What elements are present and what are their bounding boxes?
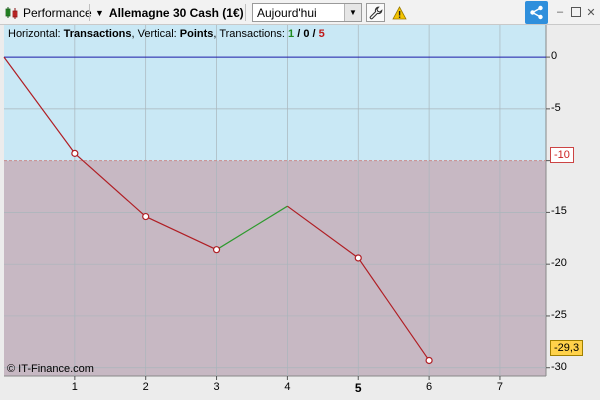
x-tick-label: 5	[354, 381, 362, 395]
wrench-icon	[369, 6, 382, 19]
profit-zone	[4, 25, 546, 161]
toolbar-divider	[245, 4, 246, 21]
y-tick-label: -15	[551, 205, 567, 218]
info-suffix: , Transactions:	[213, 28, 289, 40]
loss-zone	[4, 160, 546, 376]
minimize-icon: –	[556, 6, 564, 18]
performance-chart	[3, 25, 600, 400]
period-select-value: Aujourd'hui	[257, 6, 317, 20]
y-tick-label: -5	[551, 101, 561, 114]
warning-button[interactable]	[391, 5, 407, 20]
data-point	[354, 254, 362, 262]
copyright-text: © IT-Finance.com	[7, 363, 94, 375]
maximize-button[interactable]	[569, 5, 583, 19]
warning-icon	[391, 5, 407, 19]
settings-button[interactable]	[366, 3, 385, 22]
x-tick-label: 2	[142, 381, 149, 393]
horizontal-axis-value: Transactions	[63, 28, 132, 40]
vertical-axis-value: Points	[179, 28, 214, 40]
y-tick-label: 0	[551, 50, 558, 63]
share-button[interactable]	[525, 1, 548, 24]
x-tick-label: 3	[213, 381, 220, 393]
close-icon: ✕	[586, 6, 596, 19]
toolbar: Performance ▼ Allemagne 30 Cash (1€) Auj…	[0, 0, 600, 25]
info-mid: , Vertical:	[131, 28, 180, 40]
chevron-down-icon: ▼	[95, 7, 104, 18]
chevron-down-icon[interactable]: ▼	[344, 4, 361, 21]
threshold-label: -10	[550, 147, 574, 163]
data-point	[212, 246, 221, 254]
toolbar-divider	[89, 4, 90, 21]
period-select[interactable]: Aujourd'hui ▼	[252, 3, 362, 22]
instrument-selector[interactable]: ▼ Allemagne 30 Cash (1€)	[95, 0, 244, 25]
x-tick-label: 4	[284, 381, 291, 393]
y-tick-label: -30	[551, 360, 567, 373]
x-tick-label: 7	[496, 381, 503, 393]
close-button[interactable]: ✕	[584, 5, 598, 19]
slash: /	[294, 28, 304, 40]
share-icon	[530, 5, 543, 20]
x-tick-label: 6	[426, 381, 433, 393]
y-tick-label: -25	[551, 308, 567, 321]
slash: /	[309, 28, 319, 40]
info-prefix: Horizontal:	[8, 28, 64, 40]
maximize-icon	[571, 7, 581, 17]
data-point	[71, 149, 79, 157]
instrument-label: Allemagne 30 Cash (1€)	[108, 5, 244, 20]
x-tick-label: 1	[71, 381, 78, 393]
data-point	[425, 356, 433, 365]
chart-info-line: Horizontal: Transactions, Vertical: Poin…	[8, 28, 325, 40]
minimize-button[interactable]: –	[553, 5, 567, 19]
last-value-label: -29,3	[550, 340, 584, 356]
performance-label: Performance	[23, 5, 92, 20]
performance-menu[interactable]: Performance	[4, 0, 92, 25]
y-tick-label: -20	[551, 257, 567, 270]
candlestick-icon	[5, 6, 18, 19]
data-point	[142, 212, 150, 221]
losses-count: 5	[318, 28, 325, 40]
